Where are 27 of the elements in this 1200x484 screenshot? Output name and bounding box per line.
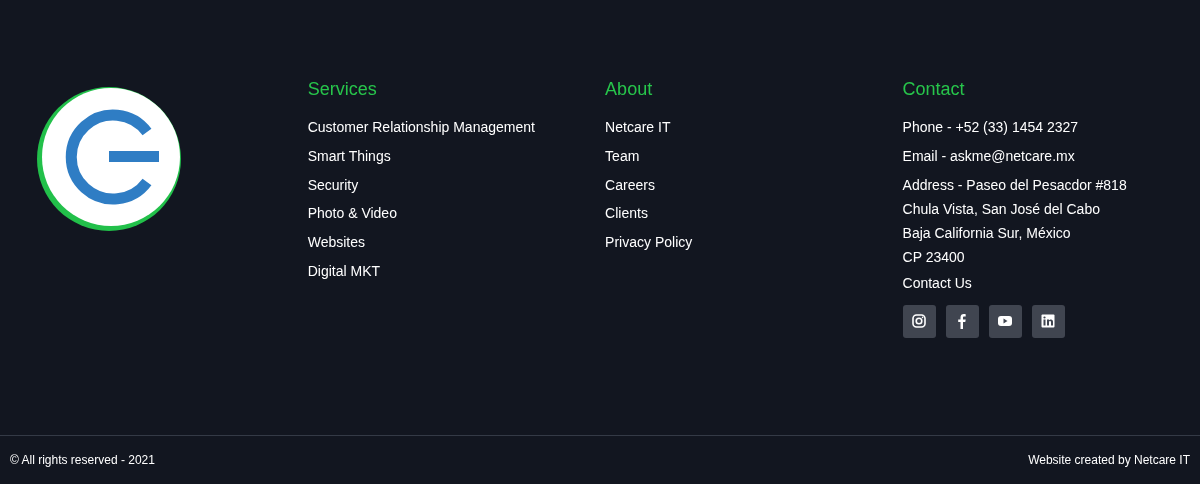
section-heading: About xyxy=(605,78,654,100)
footer-link[interactable]: Privacy Policy xyxy=(605,232,693,253)
footer-link[interactable]: Clients xyxy=(605,203,648,224)
instagram-icon xyxy=(911,313,928,330)
contact-link[interactable]: Contact Us xyxy=(902,272,972,293)
footer-link[interactable]: Websites xyxy=(307,232,365,253)
social-button[interactable] xyxy=(988,304,1022,338)
footer-link[interactable]: Netcare IT xyxy=(605,117,671,137)
credit-text: Website created by Netcare IT xyxy=(1028,452,1190,469)
social-button[interactable] xyxy=(945,304,979,338)
contact-link[interactable]: Email - askme@netcare.mx xyxy=(902,145,1075,166)
section-heading: Services xyxy=(307,78,378,100)
logo-icon xyxy=(37,87,181,231)
footer-link[interactable]: Customer Relationship Management xyxy=(307,117,535,137)
footer-link[interactable]: Photo & Video xyxy=(307,203,397,224)
footer-link[interactable]: Smart Things xyxy=(307,145,391,166)
social-button[interactable] xyxy=(902,304,936,338)
social-button[interactable] xyxy=(1031,304,1065,338)
footer-link[interactable]: Team xyxy=(605,145,640,166)
address-text: Address - Paseo del Pesacdor #818 Chula Vista, San José del Cabo Baja California Sur, México CP 23400 xyxy=(902,175,1128,267)
copyright-text: © All rights reserved - 2021 xyxy=(10,452,155,469)
footer-link[interactable]: Careers xyxy=(605,174,655,195)
contact-link[interactable]: Phone - +52 (33) 1454 2327 xyxy=(902,117,1079,137)
footer-link[interactable]: Security xyxy=(307,174,359,195)
linkedin-icon xyxy=(1040,313,1057,330)
section-heading: Contact xyxy=(902,78,966,100)
footer-link[interactable]: Digital MKT xyxy=(307,261,381,281)
